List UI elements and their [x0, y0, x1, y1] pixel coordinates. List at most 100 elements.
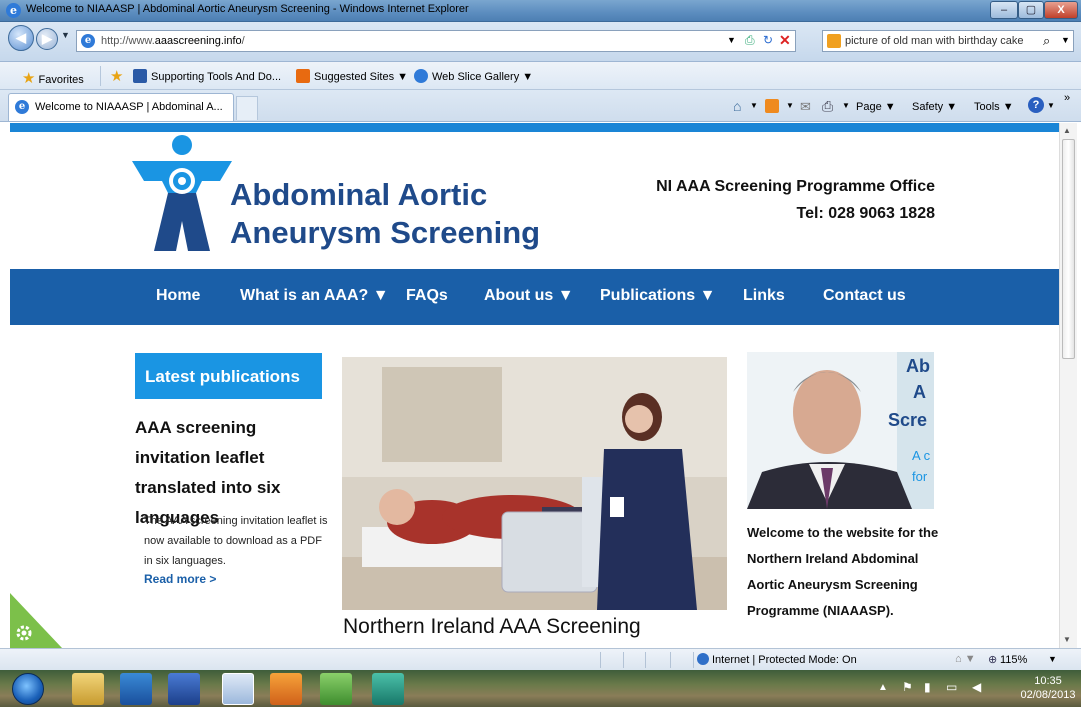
address-bar[interactable]: e http://www.aaascreening.info/ ▼ ⎙ ↻ ✕	[76, 30, 796, 52]
logo-text-line2: Aneurysm Screening	[230, 215, 541, 250]
safety-menu[interactable]: Safety ▼	[912, 101, 957, 113]
help-icon[interactable]: ?	[1028, 97, 1044, 113]
action-center-icon[interactable]: ⚑	[902, 680, 913, 694]
welcome-text: Welcome to the website for the Northern …	[747, 525, 939, 618]
status-divider	[623, 652, 624, 668]
explorer-taskbar-icon[interactable]	[72, 673, 104, 705]
status-divider	[670, 652, 671, 668]
start-button[interactable]	[12, 673, 44, 705]
status-bar: Internet | Protected Mode: On ⌂ ▼ ⊕ 115%…	[0, 648, 1081, 670]
power-icon[interactable]: ▮	[924, 680, 931, 694]
back-button[interactable]: ◀	[8, 25, 34, 51]
history-dropdown-icon[interactable]: ▼	[61, 30, 70, 40]
ie-page-icon: e	[81, 34, 95, 48]
search-text: picture of old man with birthday cake	[845, 35, 1024, 47]
nav-what-is-aaa[interactable]: What is an AAA? ▼	[240, 287, 389, 305]
favorites-button[interactable]: ★ Favorites	[22, 69, 84, 87]
zoom-level[interactable]: 115%	[1000, 654, 1027, 666]
maximize-button[interactable]: ▢	[1018, 1, 1044, 19]
search-icon[interactable]: ⌕	[1043, 33, 1050, 49]
ie-icon: e	[6, 3, 21, 18]
zoom-dropdown-icon[interactable]: ▼	[1048, 654, 1057, 664]
compat-view-icon[interactable]: ⎙	[745, 33, 755, 48]
tab-current[interactable]: e Welcome to NIAAASP | Abdominal A...	[8, 93, 234, 121]
title-bar: e Welcome to NIAAASP | Abdominal Aortic …	[0, 0, 1081, 22]
new-tab-button[interactable]	[236, 96, 258, 120]
add-favorites-icon[interactable]: ★	[110, 67, 123, 85]
address-dropdown-icon[interactable]: ▼	[727, 35, 736, 45]
refresh-icon[interactable]: ↻	[763, 33, 773, 47]
protected-mode-icon[interactable]: ⌂ ▼	[955, 653, 976, 665]
scroll-up-icon[interactable]: ▲	[1063, 126, 1071, 135]
print-icon[interactable]: ⎙	[822, 98, 833, 115]
status-divider	[693, 652, 694, 668]
app-taskbar-icon[interactable]	[320, 673, 352, 705]
help-dropdown-icon[interactable]: ▼	[1047, 101, 1055, 110]
feeds-icon[interactable]	[765, 99, 779, 113]
nav-links[interactable]: Links	[743, 287, 785, 305]
nav-faqs[interactable]: FAQs	[406, 287, 448, 305]
favorite-suggested-sites[interactable]: Suggested Sites ▼	[296, 69, 408, 83]
settings-gear-icon[interactable]	[10, 593, 62, 648]
favorite-web-slice-gallery[interactable]: Web Slice Gallery ▼	[414, 69, 533, 83]
print-dropdown-icon[interactable]: ▼	[842, 101, 850, 110]
page-scrollbar[interactable]: ▲ ▼	[1059, 123, 1077, 648]
network-icon[interactable]: ▭	[946, 680, 957, 694]
taskbar	[0, 670, 1081, 707]
mail-icon[interactable]: ✉	[800, 99, 811, 115]
publication-summary: The AAA screening invitation leaflet is …	[144, 515, 328, 567]
minimize-button[interactable]: –	[990, 1, 1018, 19]
office-tel: Tel: 028 9063 1828	[796, 205, 935, 222]
outlook-taskbar-icon[interactable]	[120, 673, 152, 705]
nav-publications[interactable]: Publications ▼	[600, 287, 715, 305]
zoom-icon: ⊕	[988, 654, 998, 666]
tab-ie-icon: e	[15, 100, 29, 114]
feeds-dropdown-icon[interactable]: ▼	[786, 101, 794, 110]
nav-home[interactable]: Home	[156, 287, 200, 305]
stop-icon[interactable]: ✕	[779, 32, 791, 49]
nav-about-us[interactable]: About us ▼	[484, 287, 574, 305]
favorites-divider	[100, 66, 101, 86]
window-title: Welcome to NIAAASP | Abdominal Aortic An…	[26, 3, 469, 15]
close-button[interactable]: X	[1044, 1, 1078, 19]
search-dropdown-icon[interactable]: ▼	[1061, 35, 1070, 45]
read-more-link[interactable]: Read more >	[144, 572, 216, 586]
status-divider	[600, 652, 601, 668]
portrait-banner-text-3: Scre	[888, 410, 928, 430]
volume-icon[interactable]: ◀	[972, 680, 981, 694]
logo-figure-icon	[132, 135, 232, 251]
logo-text-line1: Abdominal Aortic	[230, 177, 488, 212]
latest-publications-header: Latest publications	[135, 353, 322, 399]
onenote-taskbar-icon[interactable]	[270, 673, 302, 705]
system-clock[interactable]: 10:35 02/08/2013	[1018, 674, 1078, 702]
portrait-banner-text-5: for	[912, 469, 928, 484]
internet-zone-icon	[697, 653, 709, 665]
web-slice-icon	[414, 69, 428, 83]
page-menu[interactable]: Page ▼	[856, 101, 896, 113]
ie-taskbar-icon[interactable]	[222, 673, 254, 705]
tab-label: Welcome to NIAAASP | Abdominal A...	[35, 101, 223, 113]
home-dropdown-icon[interactable]: ▼	[750, 101, 758, 110]
site-icon	[133, 69, 147, 83]
scroll-thumb[interactable]	[1062, 139, 1075, 359]
more-commands-icon[interactable]: »	[1064, 92, 1070, 104]
main-nav: Home What is an AAA? ▼ FAQs About us ▼ P…	[10, 269, 1059, 325]
publisher-taskbar-icon[interactable]	[372, 673, 404, 705]
photo-caption: Northern Ireland AAA Screening	[343, 615, 641, 638]
home-icon[interactable]: ⌂	[733, 98, 741, 114]
tray-expand-icon[interactable]: ▲	[878, 682, 888, 693]
nav-contact-us[interactable]: Contact us	[823, 287, 906, 305]
clock-time: 10:35	[1034, 675, 1062, 687]
favorites-star-icon: ★	[22, 70, 36, 87]
tools-menu[interactable]: Tools ▼	[974, 101, 1014, 113]
top-stripe	[10, 123, 1059, 132]
security-zone[interactable]: Internet | Protected Mode: On	[712, 654, 857, 666]
scroll-down-icon[interactable]: ▼	[1063, 635, 1071, 644]
word-taskbar-icon[interactable]	[168, 673, 200, 705]
forward-button[interactable]: ▶	[36, 28, 58, 50]
url-text: http://www.aaascreening.info/	[101, 35, 245, 47]
office-name: NI AAA Screening Programme Office	[656, 178, 935, 195]
favorite-supporting-tools[interactable]: Supporting Tools And Do...	[133, 69, 281, 83]
search-input[interactable]: picture of old man with birthday cake ⌕ …	[822, 30, 1074, 52]
portrait-banner-text-4: A c	[912, 448, 931, 463]
